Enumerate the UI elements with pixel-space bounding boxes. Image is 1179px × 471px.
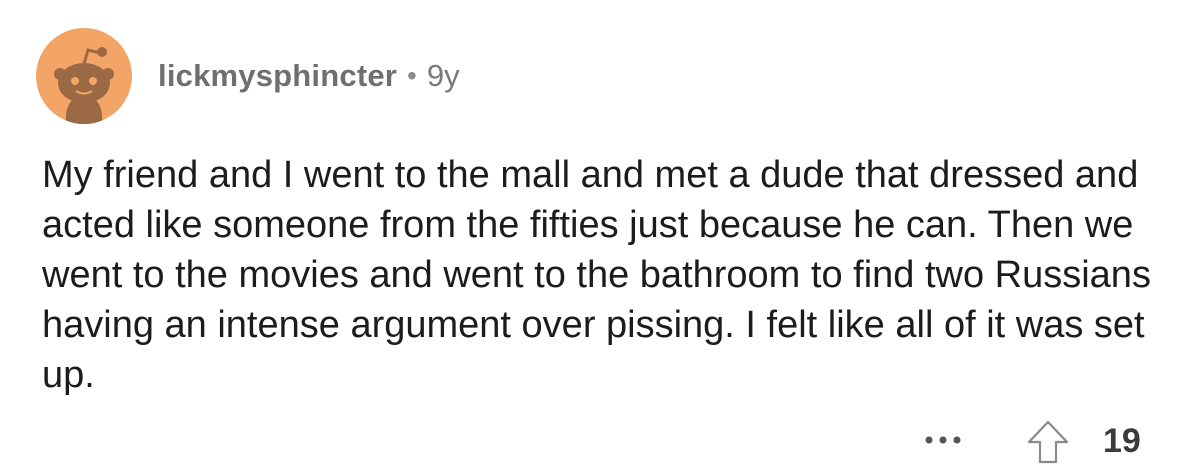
meta-separator: • — [407, 60, 417, 91]
vote-score: 19 — [1103, 422, 1141, 460]
comment-age: 9y — [426, 58, 460, 93]
snoo-icon — [54, 47, 114, 124]
comment-actions: 19 — [0, 418, 1179, 464]
avatar[interactable] — [36, 28, 132, 124]
comment-header: lickmysphincter • 9y — [36, 28, 460, 124]
comment-card: lickmysphincter • 9y My friend and I wen… — [0, 0, 1179, 467]
more-options-button[interactable] — [921, 418, 965, 462]
comment-body: My friend and I went to the mall and met… — [42, 154, 1151, 396]
ellipsis-icon — [925, 436, 961, 444]
comment-meta: lickmysphincter • 9y — [158, 58, 460, 94]
author-username[interactable]: lickmysphincter — [158, 58, 397, 94]
upvote-arrow-icon — [1027, 420, 1069, 464]
upvote-button[interactable] — [1024, 418, 1072, 466]
